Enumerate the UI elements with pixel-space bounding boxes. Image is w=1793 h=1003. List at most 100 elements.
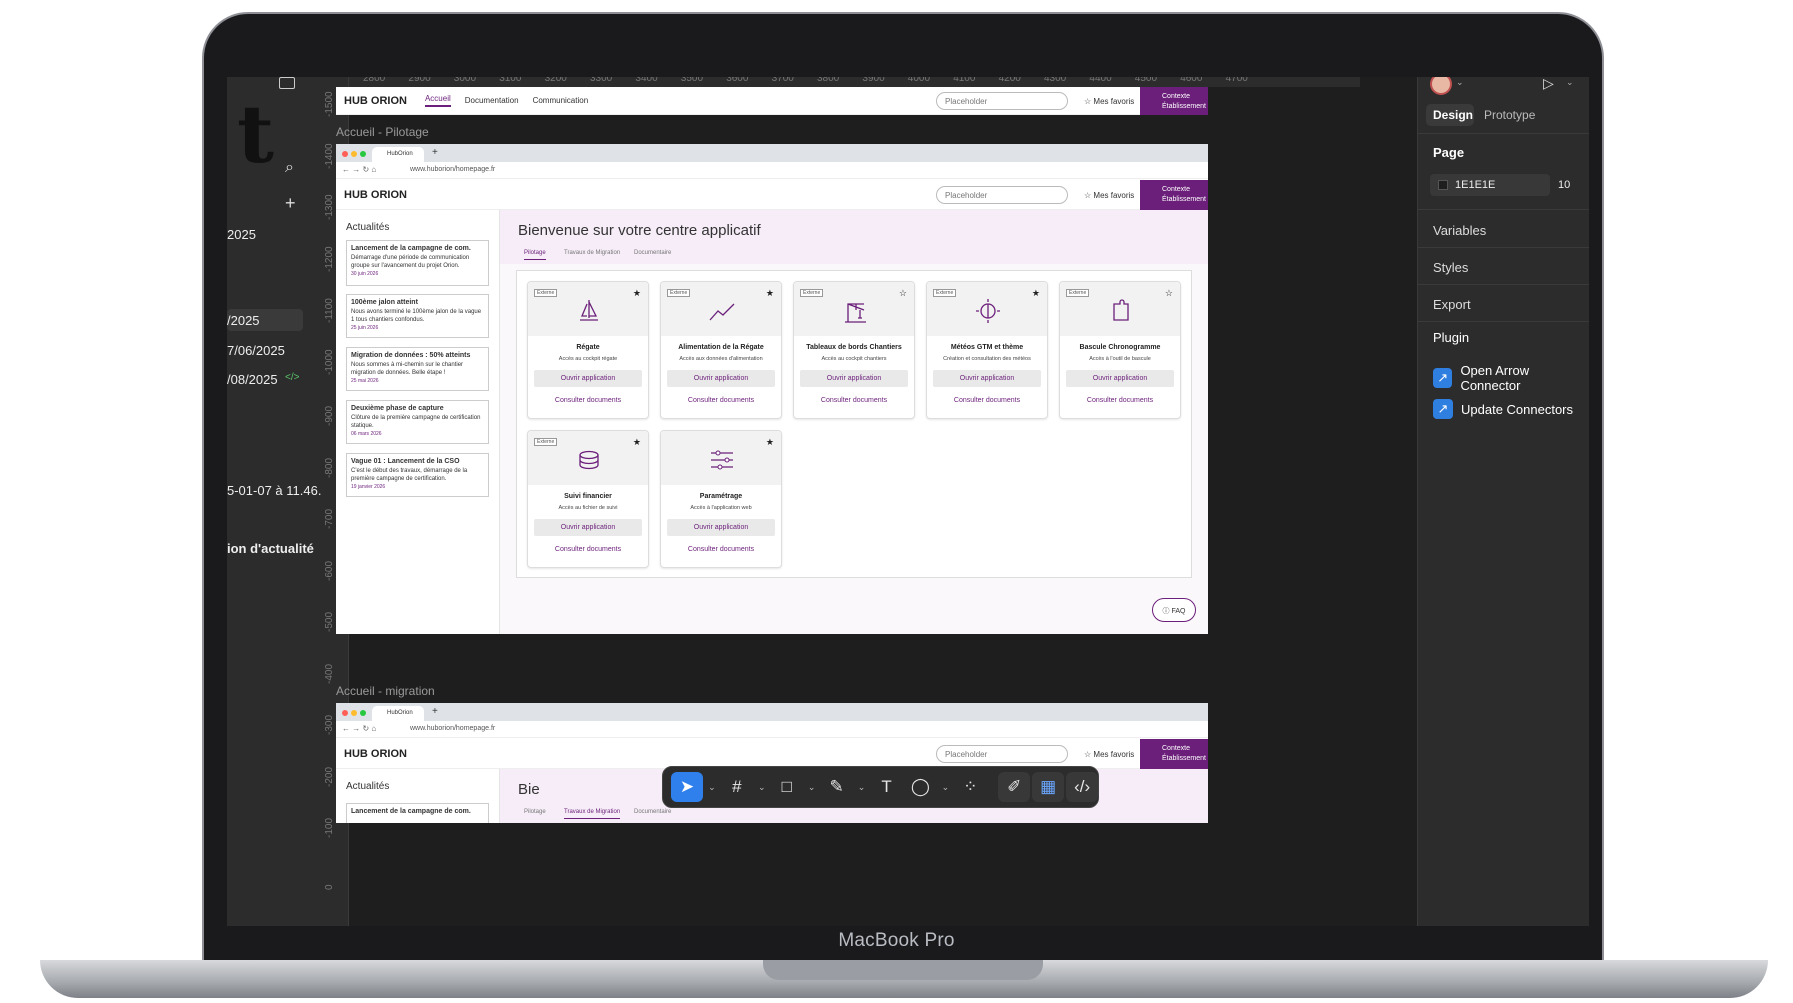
favorites-link[interactable]: ☆ Mes favoris [1084, 750, 1134, 759]
layer-item[interactable]: 2025 [227, 227, 256, 242]
layer-item[interactable]: 7/06/2025 [227, 343, 285, 358]
star-outline-icon[interactable]: ☆ [1165, 288, 1173, 299]
chevron-down-icon[interactable]: ⌄ [805, 772, 819, 802]
context-button[interactable]: Contexte Établissement [1140, 180, 1208, 210]
star-filled-icon[interactable]: ★ [633, 288, 641, 299]
color-swatch[interactable] [1438, 180, 1448, 190]
view-documents-link[interactable]: Consulter documents [927, 397, 1047, 404]
canvas[interactable]: HUB ORION Accueil Documentation Communic… [336, 87, 1360, 926]
subtab-migration[interactable]: Travaux de Migration [564, 250, 620, 256]
styles-section[interactable]: Styles [1433, 260, 1468, 275]
news-card[interactable]: 100ème jalon atteint Nous avons terminé l… [346, 294, 489, 338]
chevron-down-icon[interactable]: ⌄ [938, 772, 952, 802]
nav-link[interactable]: Accueil [424, 94, 451, 107]
app-card[interactable]: Externe ★ Alimentation de la Régate Accès a… [660, 281, 782, 419]
address-bar[interactable]: www.huborion/homepage.fr [336, 721, 1208, 738]
layer-item[interactable]: /08/2025 [227, 372, 278, 387]
frame-label[interactable]: Accueil - Pilotage [336, 125, 429, 139]
variables-section[interactable]: Variables [1433, 223, 1486, 238]
chevron-down-icon[interactable]: ⌄ [755, 772, 769, 802]
star-outline-icon[interactable]: ☆ [899, 288, 907, 299]
news-card[interactable]: Deuxième phase de capture Clôture de la p… [346, 400, 489, 444]
design-mode-icon[interactable]: ▦ [1032, 772, 1065, 802]
frame-tool-icon[interactable]: # [721, 772, 753, 802]
subtab-documentaire[interactable]: Documentaire [634, 809, 671, 815]
draw-mode-icon[interactable]: ✐ [998, 772, 1031, 802]
browser-tab[interactable]: HubOrion [372, 147, 424, 162]
nav-link[interactable]: Communication [533, 96, 589, 105]
context-button[interactable]: Contexte Établissement [1140, 739, 1208, 769]
layer-item-selected[interactable]: /2025 [227, 313, 260, 328]
comment-tool-icon[interactable]: ◯ [904, 772, 936, 802]
star-filled-icon[interactable]: ★ [766, 437, 774, 448]
app-card[interactable]: Externe ☆ Bascule Chronogramme Accès à l'ou… [1059, 281, 1181, 419]
plugin-open-arrow-connector[interactable]: ↗ Open Arrow Connector [1433, 363, 1589, 393]
new-tab-icon[interactable]: + [432, 706, 438, 717]
plugin-update-connectors[interactable]: ↗ Update Connectors [1433, 399, 1573, 419]
favorites-link[interactable]: ☆ Mes favoris [1084, 97, 1134, 106]
search-input[interactable]: Placeholder [936, 745, 1068, 763]
page-opacity-value[interactable]: 10 [1558, 179, 1570, 191]
browser-tab[interactable]: HubOrion [372, 706, 424, 721]
add-icon[interactable]: + [285, 193, 296, 214]
frame-pilotage[interactable]: HubOrion + www.huborion/homepage.fr ← → … [336, 144, 1208, 634]
address-bar[interactable]: www.huborion/homepage.fr [336, 162, 1208, 179]
app-card[interactable]: Externe ★ Suivi financier Accès au fichier … [527, 430, 649, 568]
nav-link[interactable]: Documentation [465, 96, 519, 105]
faq-button[interactable]: ⓘ FAQ [1152, 598, 1196, 622]
chevron-down-icon[interactable]: ⌄ [705, 772, 719, 802]
app-card[interactable]: Externe ☆ Tableaux de bords Chantiers Accès… [793, 281, 915, 419]
search-icon[interactable]: ⌕ [285, 159, 294, 177]
tab-prototype[interactable]: Prototype [1484, 108, 1535, 122]
rectangle-tool-icon[interactable]: □ [771, 772, 803, 802]
subtab-documentaire[interactable]: Documentaire [634, 250, 671, 256]
news-card[interactable]: Vague 01 : Lancement de la CSO C'est le d… [346, 453, 489, 497]
subtab-migration[interactable]: Travaux de Migration [564, 809, 621, 819]
tab-design[interactable]: Design [1433, 108, 1473, 122]
layer-item[interactable]: 5-01-07 à 11.46.14 [227, 483, 336, 498]
view-documents-link[interactable]: Consulter documents [1060, 397, 1180, 404]
text-tool-icon[interactable]: T [871, 772, 903, 802]
open-app-button[interactable]: Ouvrir application [933, 370, 1041, 387]
open-app-button[interactable]: Ouvrir application [534, 519, 642, 536]
frame-label[interactable]: Accueil - migration [336, 684, 435, 698]
open-app-button[interactable]: Ouvrir application [667, 519, 775, 536]
news-card[interactable]: Migration de données : 50% atteints Nous … [346, 347, 489, 391]
pen-tool-icon[interactable]: ✎ [821, 772, 853, 802]
nav-arrows-icon[interactable]: ← → ↻ ⌂ [342, 724, 376, 733]
search-input[interactable]: Placeholder [936, 186, 1068, 204]
dev-mode-icon[interactable]: ‹/› [1066, 772, 1099, 802]
chevron-down-icon[interactable]: ⌄ [1456, 77, 1464, 88]
move-tool-icon[interactable]: ➤ [671, 772, 703, 802]
star-filled-icon[interactable]: ★ [1032, 288, 1040, 299]
app-card[interactable]: Externe ★ Météos GTM et thème Création et c… [926, 281, 1048, 419]
open-app-button[interactable]: Ouvrir application [667, 370, 775, 387]
chevron-down-icon[interactable]: ⌄ [1566, 77, 1574, 88]
sidebar-toggle-icon[interactable] [279, 77, 295, 89]
view-documents-link[interactable]: Consulter documents [794, 397, 914, 404]
app-card[interactable]: ★ Paramétrage Accès à l'application web Ouv… [660, 430, 782, 568]
new-tab-icon[interactable]: + [432, 147, 438, 158]
components-tool-icon[interactable]: ⁘ [954, 772, 986, 802]
open-app-button[interactable]: Ouvrir application [800, 370, 908, 387]
news-card[interactable]: Lancement de la campagne de com. [346, 803, 489, 823]
nav-arrows-icon[interactable]: ← → ↻ ⌂ [342, 165, 376, 174]
subtab-pilotage[interactable]: Pilotage [524, 809, 546, 815]
favorites-link[interactable]: ☆ Mes favoris [1084, 191, 1134, 200]
view-documents-link[interactable]: Consulter documents [661, 546, 781, 553]
avatar[interactable] [1430, 77, 1452, 95]
layer-item[interactable]: ion d'actualité [227, 541, 314, 556]
view-documents-link[interactable]: Consulter documents [528, 397, 648, 404]
subtab-pilotage[interactable]: Pilotage [524, 250, 546, 260]
view-documents-link[interactable]: Consulter documents [528, 546, 648, 553]
search-input[interactable]: Placeholder [936, 92, 1068, 110]
context-button[interactable]: Contexte Établissement [1140, 87, 1208, 115]
star-filled-icon[interactable]: ★ [766, 288, 774, 299]
open-app-button[interactable]: Ouvrir application [534, 370, 642, 387]
open-app-button[interactable]: Ouvrir application [1066, 370, 1174, 387]
play-icon[interactable]: ▷ [1543, 77, 1554, 92]
view-documents-link[interactable]: Consulter documents [661, 397, 781, 404]
page-color-value[interactable]: 1E1E1E [1455, 179, 1495, 191]
export-section[interactable]: Export [1433, 297, 1471, 312]
star-filled-icon[interactable]: ★ [633, 437, 641, 448]
